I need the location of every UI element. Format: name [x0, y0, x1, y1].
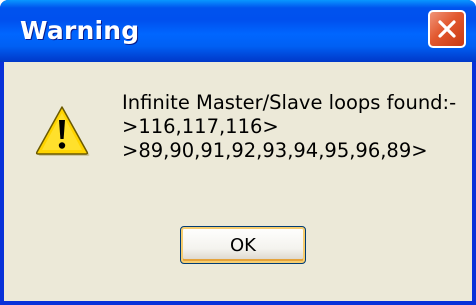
close-button[interactable]	[428, 10, 466, 48]
warning-icon	[34, 104, 90, 156]
dialog-body: Infinite Master/Slave loops found:- >116,…	[4, 62, 472, 301]
window-title: Warning	[20, 16, 140, 45]
message-line: >116,117,116>	[122, 115, 279, 138]
ok-button[interactable]: OK	[180, 226, 306, 264]
message-line: Infinite Master/Slave loops found:-	[122, 91, 457, 114]
close-icon	[438, 20, 456, 38]
message-line: >89,90,91,92,93,94,95,96,89>	[122, 139, 428, 162]
message-text: Infinite Master/Slave loops found:- >116,…	[122, 91, 456, 163]
title-bar[interactable]: Warning	[0, 0, 476, 62]
warning-dialog: Warning Infinite Master/Slave loops foun…	[0, 0, 476, 305]
